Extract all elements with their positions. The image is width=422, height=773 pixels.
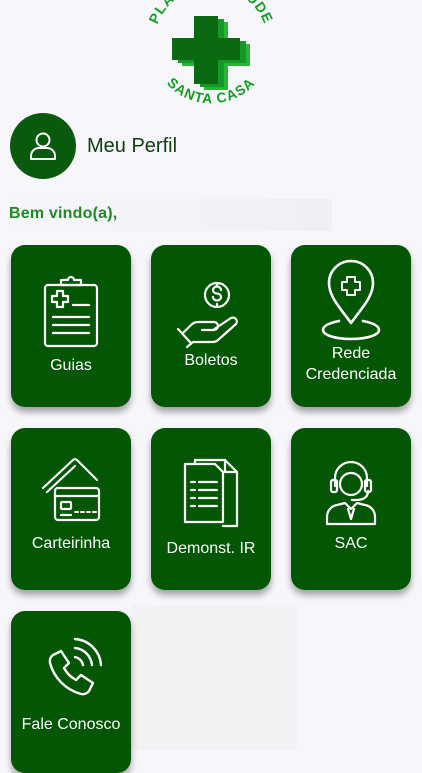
menu-tile-rede-credenciada[interactable]: Rede Credenciada — [291, 245, 411, 407]
menu-tile-label: Demonst. IR — [166, 540, 256, 557]
menu-tile-label-line1: Rede — [331, 345, 371, 362]
blank-panel — [131, 605, 297, 750]
location-pin-medical-icon — [321, 259, 381, 341]
menu-tile-label: Carteirinha — [31, 535, 111, 552]
avatar[interactable] — [10, 113, 76, 179]
menu-tile-demonst-ir[interactable]: Demonst. IR — [151, 428, 271, 590]
cards-icon — [41, 458, 101, 522]
menu-tile-sac[interactable]: SAC — [291, 428, 411, 590]
menu-tile-label: Fale Conosco — [21, 716, 121, 733]
logo-cross-icon: PLANO DE SAÚDE SANTA CASA — [145, 0, 275, 107]
menu-tile-label: Boletos — [184, 352, 238, 369]
menu-tile-label: SAC — [334, 535, 368, 552]
welcome-banner: Bem vindo(a), — [0, 199, 332, 231]
documents-icon — [183, 458, 239, 528]
menu-tile-fale-conosco[interactable]: Fale Conosco — [11, 611, 131, 773]
phone-icon — [48, 637, 103, 696]
menu-tile-label: Guias — [50, 357, 92, 374]
menu-tile-label-line2: Credenciada — [305, 366, 397, 383]
hand-coin-icon — [176, 281, 238, 349]
menu-tile-carteirinha[interactable]: Carteirinha — [11, 428, 131, 590]
profile-button[interactable]: Meu Perfil — [10, 113, 177, 179]
headset-agent-icon — [325, 460, 377, 526]
profile-label: Meu Perfil — [87, 134, 178, 157]
user-icon — [30, 132, 56, 160]
app-logo: PLANO DE SAÚDE SANTA CASA — [138, 0, 284, 116]
welcome-text: Bem vindo(a), — [9, 205, 118, 222]
clipboard-medical-icon — [43, 275, 99, 348]
menu-tile-guias[interactable]: Guias — [11, 245, 131, 407]
menu-tile-boletos[interactable]: Boletos — [151, 245, 271, 407]
